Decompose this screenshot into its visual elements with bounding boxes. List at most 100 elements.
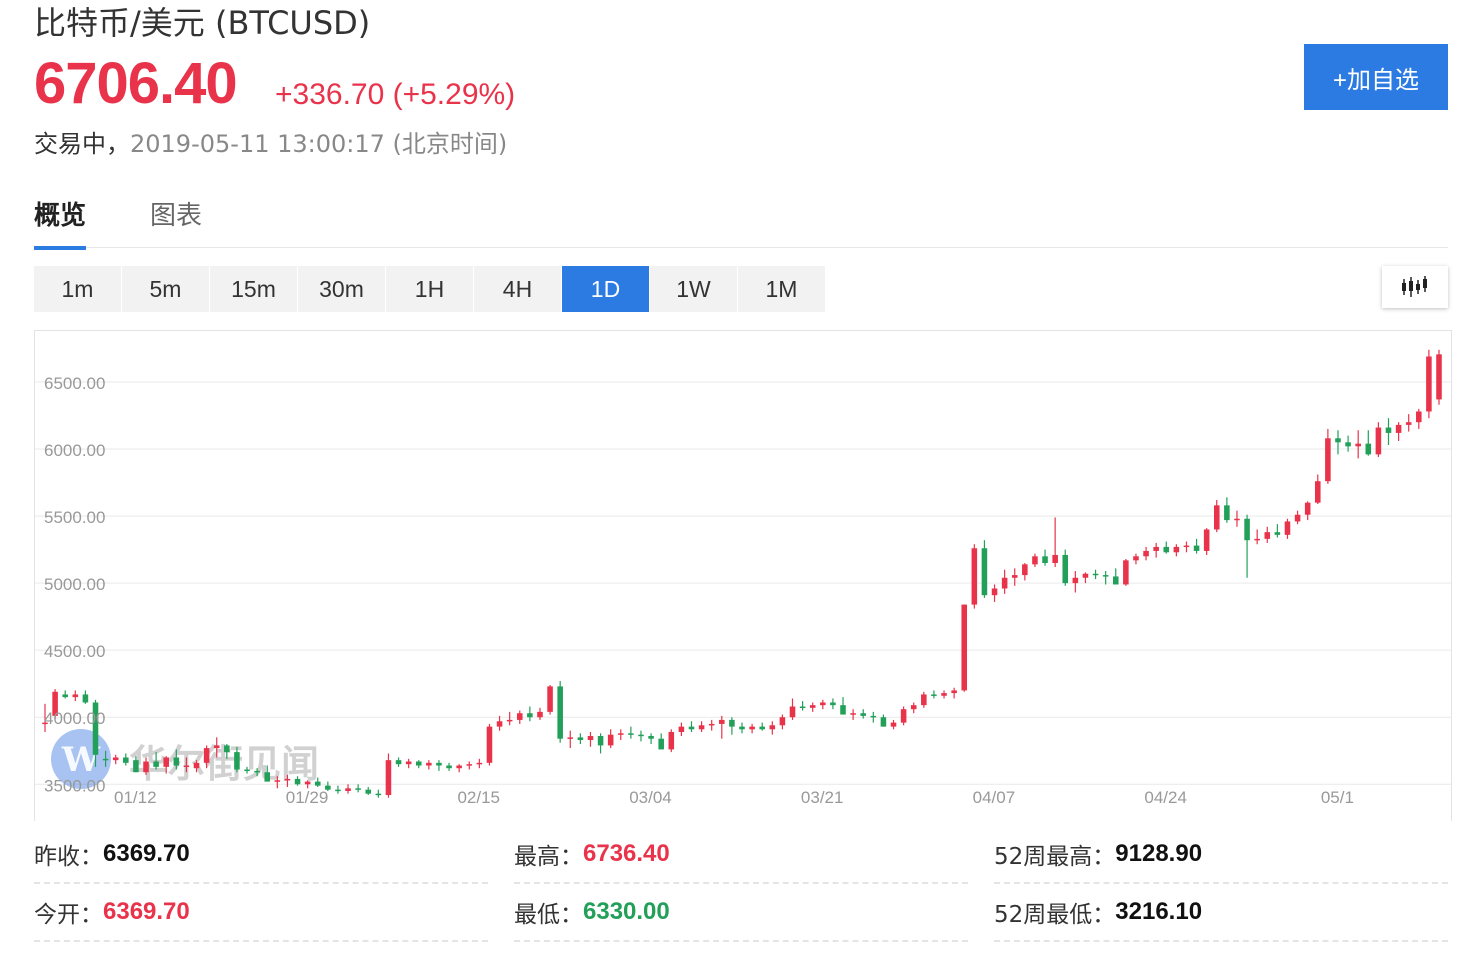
period-15m[interactable]: 15m: [210, 266, 297, 312]
candle: [1042, 550, 1048, 566]
candle-body: [931, 694, 937, 696]
candle-body: [1002, 578, 1008, 589]
candle: [1244, 515, 1250, 578]
candle-body: [1143, 551, 1149, 556]
candle-body: [1113, 576, 1119, 584]
price-chart[interactable]: W华尔街见闻 3500.004000.004500.005000.005500.…: [34, 330, 1452, 821]
candle-body: [234, 752, 240, 769]
add-watchlist-button[interactable]: +加自选: [1304, 44, 1448, 110]
candle: [73, 690, 79, 701]
period-4h[interactable]: 4H: [474, 266, 561, 312]
candle-body: [992, 588, 998, 595]
candle: [1295, 511, 1301, 524]
x-tick-label: 03/21: [801, 788, 844, 807]
stat-label: 今开：: [34, 895, 103, 929]
candle-body: [517, 713, 523, 720]
candle: [648, 733, 654, 744]
period-5m[interactable]: 5m: [122, 266, 209, 312]
stat-value: 3216.10: [1115, 898, 1202, 926]
candle-body: [315, 782, 321, 786]
timestamp: 2019-05-11 13:00:17 (北京时间): [130, 130, 507, 158]
period-1w[interactable]: 1W: [650, 266, 737, 312]
candle: [931, 690, 937, 698]
tab-overview[interactable]: 概览: [34, 195, 86, 250]
candle-body: [446, 766, 452, 769]
chart-type-button[interactable]: [1382, 266, 1448, 308]
candle: [497, 716, 503, 731]
candle: [1052, 517, 1058, 567]
candle: [557, 681, 563, 743]
candle-body: [1264, 532, 1270, 539]
period-1h[interactable]: 1H: [386, 266, 473, 312]
candle-body: [810, 705, 816, 708]
candle: [62, 690, 68, 698]
candle: [1355, 430, 1361, 458]
candle-body: [83, 694, 89, 702]
candle-body: [62, 694, 68, 697]
candle-body: [982, 548, 988, 595]
period-1d[interactable]: 1D: [562, 266, 649, 312]
candle: [992, 584, 998, 601]
candle-body: [628, 733, 634, 735]
candle: [739, 723, 745, 734]
candle: [699, 721, 705, 732]
candle: [1143, 547, 1149, 560]
candle: [487, 724, 493, 766]
period-1mo[interactable]: 1M: [738, 266, 825, 312]
candle-body: [588, 736, 594, 740]
candle: [1426, 350, 1432, 418]
candle: [1386, 418, 1392, 445]
stat-value: 6369.70: [103, 898, 190, 926]
candle-body: [1355, 444, 1361, 447]
stat-value: 6330.00: [583, 898, 670, 926]
candle-body: [1032, 556, 1038, 564]
candle-body: [567, 737, 573, 739]
candle-body: [1103, 575, 1109, 577]
candle: [1113, 568, 1119, 584]
candle-body: [487, 727, 493, 763]
candle: [1436, 350, 1442, 405]
candle-body: [1376, 428, 1382, 455]
candle: [1325, 429, 1331, 484]
candle: [386, 753, 392, 797]
candle: [1174, 544, 1180, 556]
period-30m[interactable]: 30m: [298, 266, 385, 312]
y-tick-label: 6500.00: [44, 374, 105, 393]
candle: [1153, 543, 1159, 558]
tab-chart[interactable]: 图表: [150, 195, 202, 246]
candle-body: [1345, 442, 1351, 446]
candle-body: [73, 694, 79, 697]
candle: [719, 716, 725, 739]
candle: [335, 786, 341, 794]
candle-body: [466, 764, 472, 766]
candle: [951, 688, 957, 699]
candle-body: [689, 727, 695, 730]
candle-body: [860, 713, 866, 716]
candle: [1093, 570, 1099, 579]
candle-body: [759, 727, 765, 730]
candle: [1133, 554, 1139, 565]
candle: [1123, 559, 1129, 586]
candle: [1073, 571, 1079, 592]
candle: [628, 727, 634, 739]
candle: [810, 702, 816, 711]
page-title: 比特币/美元 (BTCUSD): [34, 0, 370, 44]
candle: [982, 540, 988, 598]
candle-body: [790, 707, 796, 718]
period-selector: 1m 5m 15m 30m 1H 4H 1D 1W 1M: [34, 266, 826, 312]
candle-body: [133, 760, 139, 772]
stat-value: 6736.40: [583, 840, 670, 868]
candle-body: [1153, 547, 1159, 551]
candle: [1062, 550, 1068, 586]
candle-body: [1083, 574, 1089, 578]
candle-body: [254, 771, 260, 773]
period-1m[interactable]: 1m: [34, 266, 121, 312]
candle: [365, 787, 371, 795]
candle-body: [103, 759, 109, 761]
candle-body: [365, 790, 371, 794]
candle: [456, 764, 462, 772]
candle: [618, 729, 624, 740]
candle-body: [638, 735, 644, 737]
y-tick-label: 5000.00: [44, 575, 105, 594]
candle-body: [1396, 425, 1402, 433]
